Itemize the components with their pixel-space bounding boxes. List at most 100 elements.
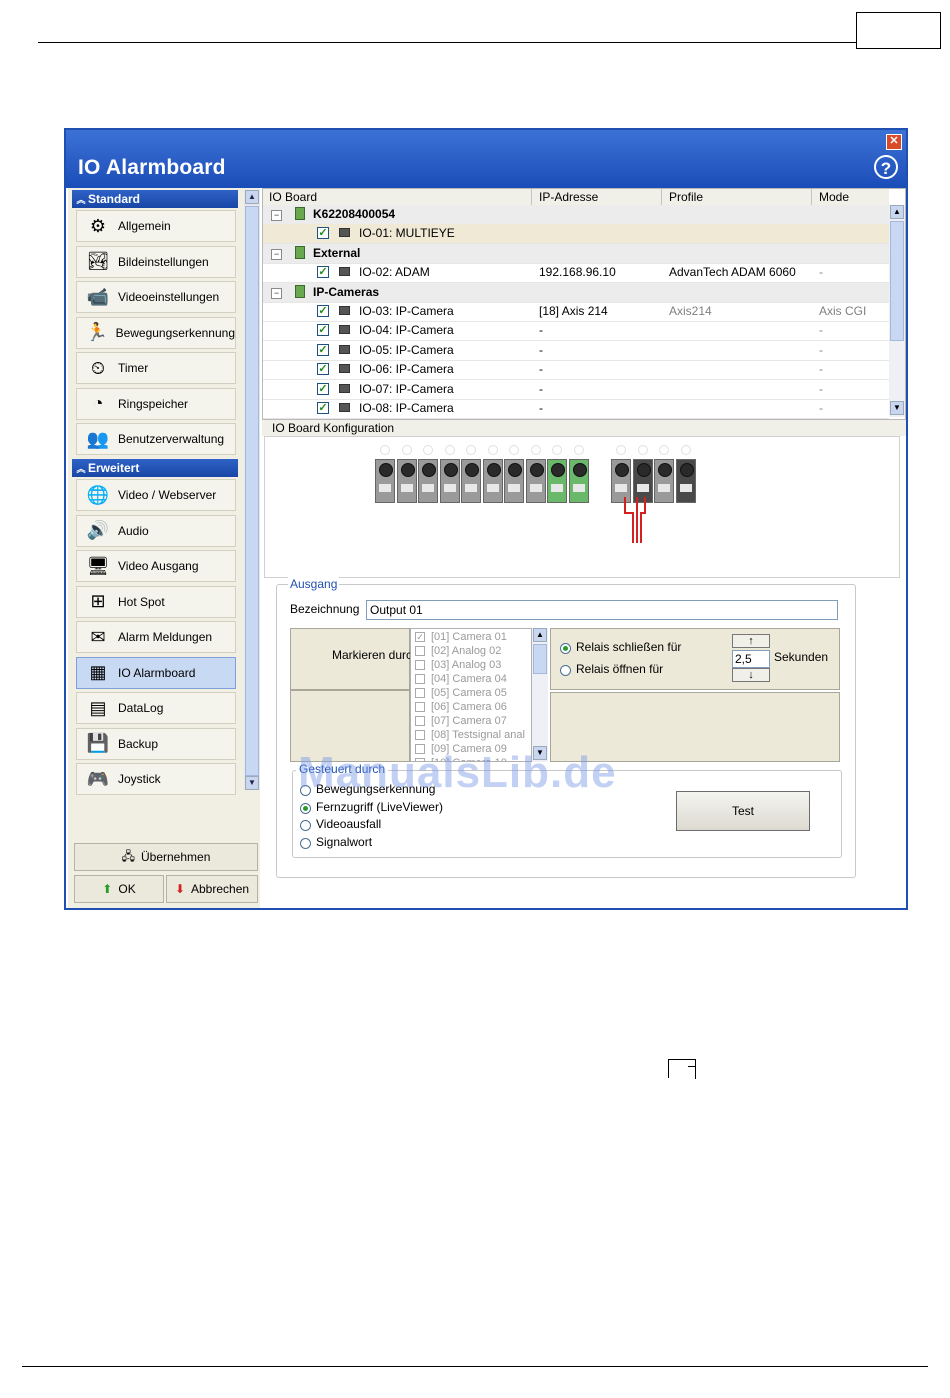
mark-label: Markieren durch: [332, 648, 419, 662]
column-header-io-board[interactable]: IO Board: [269, 190, 317, 204]
sidebar-item-allgemein[interactable]: ⚙ Allgemein: [76, 210, 236, 242]
checkbox-icon[interactable]: [415, 674, 425, 684]
row-checkbox[interactable]: ✓: [317, 402, 329, 414]
table-row[interactable]: ✓ IO-01: MULTIEYE: [263, 224, 889, 245]
camera-list-item[interactable]: [05] Camera 05: [415, 686, 507, 700]
close-icon[interactable]: ✕: [886, 134, 902, 150]
camera-list-item[interactable]: ✓ [01] Camera 01: [415, 630, 507, 644]
sidebar-item-backup[interactable]: 💾 Backup: [76, 727, 236, 760]
checklist-scrollbar[interactable]: ▲ ▼: [532, 628, 548, 762]
checkbox-icon[interactable]: [415, 688, 425, 698]
sidebar-item-joystick[interactable]: 🎮 Joystick: [76, 763, 236, 795]
sidebar-scrollbar[interactable]: ▲ ▼: [244, 190, 260, 790]
sidebar-item-audio[interactable]: 🔊 Audio: [76, 514, 236, 547]
row-checkbox[interactable]: ✓: [317, 382, 329, 395]
table-row[interactable]: ✓ IO-08: IP-Camera - -: [263, 399, 889, 419]
table-row[interactable]: ✓ IO-04: IP-Camera - -: [263, 321, 889, 342]
table-row[interactable]: ✓ IO-05: IP-Camera - -: [263, 341, 889, 361]
seconds-down-button[interactable]: ↓: [732, 668, 770, 682]
cancel-button[interactable]: ⬇ Abbrechen: [166, 875, 258, 903]
scroll-down-icon[interactable]: ▼: [245, 776, 259, 790]
name-input[interactable]: [366, 600, 838, 620]
seconds-input[interactable]: [732, 650, 770, 668]
checkbox-icon[interactable]: [415, 646, 425, 656]
tree-group-row[interactable]: − K62208400054: [263, 205, 889, 225]
scroll-thumb[interactable]: [890, 221, 904, 341]
section-header-standard[interactable]: ︽ Standard: [72, 190, 238, 208]
sidebar-item-timer[interactable]: ⏲ Timer: [76, 352, 236, 384]
sidebar-item-bildeinstellungen[interactable]: 🏞 Bildeinstellungen: [76, 245, 236, 278]
row-checkbox[interactable]: ✓: [317, 324, 329, 337]
row-checkbox[interactable]: ✓: [317, 305, 329, 317]
relay-close-radio[interactable]: [560, 643, 571, 654]
seconds-up-button[interactable]: ↑: [732, 634, 770, 648]
controlled-by-radio[interactable]: [300, 837, 311, 849]
sidebar-item-ringspeicher[interactable]: ◔ Ringspeicher: [76, 387, 236, 420]
table-row[interactable]: ✓ IO-02: ADAM 192.168.96.10 AdvanTech ADAM …: [263, 263, 889, 284]
camera-checklist[interactable]: ✓ [01] Camera 01 [02] Analog 02 [03] Analog…: [410, 628, 532, 762]
terminal-block[interactable]: [568, 459, 589, 503]
column-header-profile[interactable]: Profile: [669, 190, 703, 204]
checkbox-icon[interactable]: [415, 702, 425, 712]
camera-list-item[interactable]: [06] Camera 06: [415, 700, 507, 714]
ok-button[interactable]: ⬆ OK: [74, 875, 164, 903]
relay-open-radio[interactable]: [560, 665, 571, 676]
row-checkbox[interactable]: ✓: [317, 266, 329, 279]
sidebar-item-video-ausgang[interactable]: 🖥 Video Ausgang: [76, 550, 236, 582]
scroll-down-icon[interactable]: ▼: [890, 401, 904, 415]
help-icon[interactable]: ?: [874, 155, 898, 179]
section-header-extended[interactable]: ︽ Erweitert: [72, 459, 238, 477]
controlled-by-radio[interactable]: [300, 820, 311, 831]
terminal-block[interactable]: [396, 459, 417, 503]
sidebar-item-video-webserver[interactable]: 🌐 Video / Webserver: [76, 479, 236, 511]
apply-button[interactable]: 🖧 Übernehmen: [74, 843, 258, 871]
scroll-thumb[interactable]: [245, 206, 259, 776]
table-row[interactable]: ✓ IO-07: IP-Camera - -: [263, 380, 889, 400]
table-row[interactable]: ✓ IO-03: IP-Camera [18] Axis 214 Axis214 Axi…: [263, 302, 889, 322]
sidebar-item-bewegungserkennung[interactable]: 🏃 Bewegungserkennung: [76, 316, 236, 349]
sidebar-item-benutzerverwaltung[interactable]: 👥 Benutzerverwaltung: [76, 423, 236, 455]
camera-list-item[interactable]: [04] Camera 04: [415, 672, 507, 686]
seconds-label: Sekunden: [774, 650, 829, 664]
collapse-icon[interactable]: −: [271, 210, 282, 221]
terminal-block[interactable]: [547, 459, 567, 503]
column-header-mode[interactable]: Mode: [819, 190, 849, 204]
sidebar-item-videoeinstellungen[interactable]: 📹 Videoeinstellungen: [76, 281, 236, 313]
checkbox-icon[interactable]: [415, 730, 425, 740]
row-checkbox[interactable]: ✓: [317, 227, 329, 240]
checkbox-icon[interactable]: [415, 716, 425, 726]
collapse-icon[interactable]: −: [271, 287, 282, 299]
collapse-icon[interactable]: −: [271, 248, 282, 260]
test-button[interactable]: Test: [676, 791, 810, 831]
checkbox-icon[interactable]: ✓: [415, 632, 425, 642]
table-row[interactable]: ✓ IO-06: IP-Camera - -: [263, 360, 889, 381]
sidebar-item-hot-spot[interactable]: ⊞ Hot Spot: [76, 585, 236, 618]
terminal-block[interactable]: [418, 459, 438, 503]
column-header-ip[interactable]: IP-Adresse: [539, 190, 598, 204]
scroll-up-icon[interactable]: ▲: [245, 190, 259, 204]
terminal-block[interactable]: [482, 459, 503, 503]
terminal-block[interactable]: [375, 459, 395, 503]
camera-list-item[interactable]: [08] Testsignal anal: [415, 728, 525, 742]
row-checkbox[interactable]: ✓: [317, 363, 329, 376]
scroll-thumb[interactable]: [533, 644, 547, 674]
terminal-block[interactable]: [525, 459, 546, 503]
sidebar-item-datalog[interactable]: ▤ DataLog: [76, 692, 236, 724]
checkbox-icon[interactable]: [415, 660, 425, 670]
tree-group-row[interactable]: − IP-Cameras: [263, 282, 889, 303]
camera-list-item[interactable]: [03] Analog 03: [415, 658, 501, 672]
relay-terminal-block[interactable]: [675, 459, 696, 503]
grid-scrollbar[interactable]: ▲ ▼: [889, 205, 905, 417]
controlled-by-radio[interactable]: [300, 802, 311, 814]
camera-list-item[interactable]: [07] Camera 07: [415, 714, 507, 728]
terminal-block[interactable]: [439, 459, 460, 503]
camera-list-item[interactable]: [02] Analog 02: [415, 644, 501, 658]
scroll-up-icon[interactable]: ▲: [890, 205, 904, 219]
sidebar-item-io-alarmboard[interactable]: ▦ IO Alarmboard: [76, 656, 236, 689]
scroll-up-icon[interactable]: ▲: [533, 628, 547, 642]
row-checkbox[interactable]: ✓: [317, 343, 329, 356]
sidebar-item-alarm-meldungen[interactable]: ✉ Alarm Meldungen: [76, 621, 236, 653]
terminal-block[interactable]: [461, 459, 481, 503]
tree-group-row[interactable]: − External: [263, 243, 889, 264]
terminal-block[interactable]: [504, 459, 524, 503]
